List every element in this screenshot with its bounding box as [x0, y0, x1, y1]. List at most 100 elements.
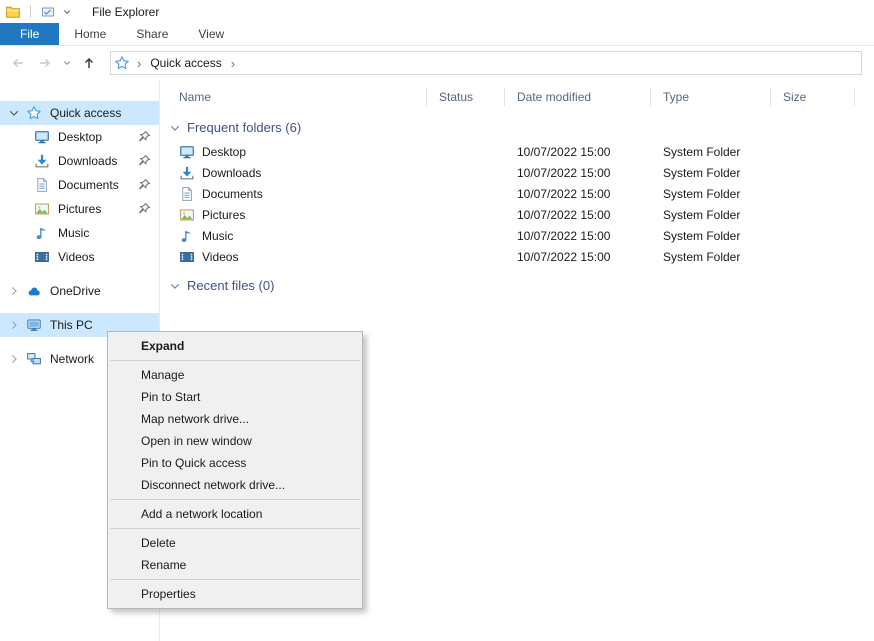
tab-home[interactable]: Home	[59, 23, 121, 45]
chevron-right-icon[interactable]	[7, 318, 21, 332]
app-icon	[5, 4, 21, 20]
menu-item-add-a-network-location[interactable]: Add a network location	[108, 503, 362, 525]
music-icon	[179, 228, 195, 244]
menu-item-delete[interactable]: Delete	[108, 532, 362, 554]
downloads-icon	[179, 165, 195, 181]
network-icon	[26, 351, 42, 367]
column-header-name[interactable]: Name	[167, 88, 427, 106]
menu-item-open-in-new-window[interactable]: Open in new window	[108, 430, 362, 452]
sidebar-item-onedrive[interactable]: OneDrive	[0, 279, 159, 303]
chevron-down-icon[interactable]	[7, 106, 21, 120]
file-name-cell[interactable]: Downloads	[167, 165, 427, 181]
title-bar: File Explorer	[0, 0, 874, 23]
quick-access-toolbar-icon[interactable]	[40, 4, 56, 20]
sidebar-item-label: Videos	[58, 250, 159, 264]
downloads-icon	[34, 153, 50, 169]
group-header-frequent-folders-6[interactable]: Frequent folders (6)	[168, 120, 874, 135]
group-header-label: Recent files (0)	[187, 278, 274, 293]
this-pc-icon	[26, 317, 42, 333]
tab-share[interactable]: Share	[121, 23, 183, 45]
sidebar-item-pictures[interactable]: Pictures	[0, 197, 159, 221]
group-header-recent-files-0[interactable]: Recent files (0)	[168, 278, 874, 293]
file-date-modified-cell: 10/07/2022 15:00	[505, 229, 651, 243]
qat-dropdown-icon[interactable]	[62, 7, 72, 17]
menu-item-pin-to-quick-access[interactable]: Pin to Quick access	[108, 452, 362, 474]
sidebar-item-desktop[interactable]: Desktop	[0, 125, 159, 149]
recent-locations-dropdown-icon[interactable]	[58, 51, 75, 75]
file-date-modified-cell: 10/07/2022 15:00	[505, 187, 651, 201]
address-bar[interactable]: › Quick access ›	[110, 51, 862, 75]
chevron-right-icon[interactable]	[7, 352, 21, 366]
quick-access-icon	[114, 55, 130, 71]
file-row-desktop[interactable]: Desktop 10/07/2022 15:00System Folder	[160, 141, 874, 162]
file-row-music[interactable]: Music 10/07/2022 15:00System Folder	[160, 225, 874, 246]
menu-item-rename[interactable]: Rename	[108, 554, 362, 576]
breadcrumb-chevron-icon[interactable]: ›	[133, 56, 145, 71]
toolbar-separator	[30, 5, 31, 18]
onedrive-icon	[26, 283, 42, 299]
file-row-videos[interactable]: Videos10/07/2022 15:00System Folder	[160, 246, 874, 267]
sidebar-item-music[interactable]: Music	[0, 221, 159, 245]
file-name-cell[interactable]: Pictures	[167, 207, 427, 223]
menu-item-disconnect-network-drive[interactable]: Disconnect network drive...	[108, 474, 362, 496]
chevron-right-icon[interactable]	[7, 284, 21, 298]
column-header-type[interactable]: Type	[651, 88, 771, 106]
sidebar-item-quick-access[interactable]: Quick access	[0, 101, 159, 125]
file-row-downloads[interactable]: Downloads 10/07/2022 15:00System Folder	[160, 162, 874, 183]
file-type-cell: System Folder	[651, 229, 771, 243]
pictures-icon	[179, 207, 195, 223]
file-explorer-window: File Explorer FileHomeShareView › Quick …	[0, 0, 874, 641]
menu-item-properties[interactable]: Properties	[108, 583, 362, 605]
file-date-modified-cell: 10/07/2022 15:00	[505, 166, 651, 180]
file-row-documents[interactable]: Documents 10/07/2022 15:00System Folder	[160, 183, 874, 204]
tab-view[interactable]: View	[183, 23, 239, 45]
forward-button[interactable]	[31, 51, 58, 75]
menu-item-map-network-drive[interactable]: Map network drive...	[108, 408, 362, 430]
column-header-status[interactable]: Status	[427, 88, 505, 106]
tab-file[interactable]: File	[0, 23, 59, 45]
sidebar-item-label: OneDrive	[50, 284, 159, 298]
file-name: Music	[202, 229, 233, 243]
sidebar-item-label: Downloads	[58, 154, 137, 168]
menu-item-pin-to-start[interactable]: Pin to Start	[108, 386, 362, 408]
file-type-cell: System Folder	[651, 145, 771, 159]
menu-separator	[110, 499, 360, 500]
up-button[interactable]	[75, 51, 102, 75]
column-header-size[interactable]: Size	[771, 88, 855, 106]
breadcrumb-quick-access[interactable]: Quick access	[148, 56, 223, 70]
documents-icon	[34, 177, 50, 193]
menu-item-expand[interactable]: Expand	[108, 335, 362, 357]
file-name-cell[interactable]: Videos	[167, 249, 427, 265]
file-name-cell[interactable]: Desktop	[167, 144, 427, 160]
file-name-cell[interactable]: Music	[167, 228, 427, 244]
chevron-down-icon[interactable]	[168, 121, 182, 135]
sidebar-item-downloads[interactable]: Downloads	[0, 149, 159, 173]
sidebar-item-label: Desktop	[58, 130, 137, 144]
menu-separator	[110, 528, 360, 529]
context-menu: Expand ManagePin to StartMap network driv…	[107, 331, 363, 609]
chevron-down-icon[interactable]	[168, 279, 182, 293]
file-type-cell: System Folder	[651, 166, 771, 180]
sidebar-item-label: Pictures	[58, 202, 137, 216]
window-title: File Explorer	[92, 5, 159, 19]
documents-icon	[179, 186, 195, 202]
pin-icon	[137, 154, 151, 168]
file-name: Downloads	[202, 166, 261, 180]
file-name-cell[interactable]: Documents	[167, 186, 427, 202]
breadcrumb-chevron-icon[interactable]: ›	[227, 56, 239, 71]
pin-icon	[137, 130, 151, 144]
desktop-icon	[34, 129, 50, 145]
quick-access-star-icon	[26, 105, 42, 121]
group-header-label: Frequent folders (6)	[187, 120, 301, 135]
file-row-pictures[interactable]: Pictures10/07/2022 15:00System Folder	[160, 204, 874, 225]
column-header-date-modified[interactable]: Date modified	[505, 88, 651, 106]
sidebar-item-videos[interactable]: Videos	[0, 245, 159, 269]
back-button[interactable]	[4, 51, 31, 75]
file-name: Documents	[202, 187, 263, 201]
menu-separator	[110, 360, 360, 361]
file-type-cell: System Folder	[651, 187, 771, 201]
sidebar-item-documents[interactable]: Documents	[0, 173, 159, 197]
address-bar-row: › Quick access ›	[0, 46, 874, 80]
file-date-modified-cell: 10/07/2022 15:00	[505, 145, 651, 159]
menu-item-manage[interactable]: Manage	[108, 364, 362, 386]
